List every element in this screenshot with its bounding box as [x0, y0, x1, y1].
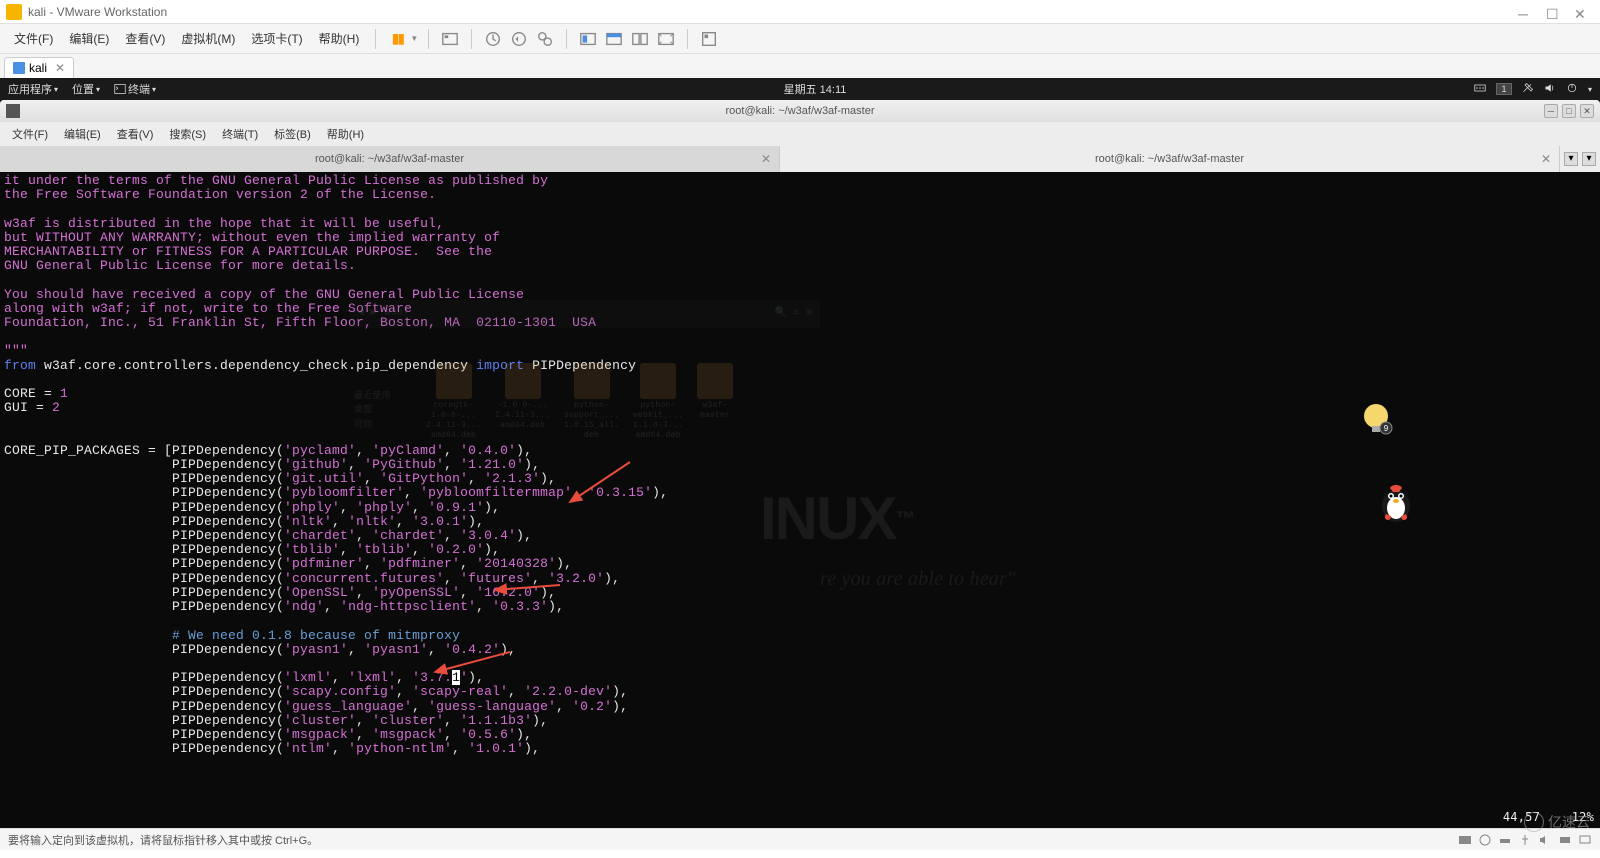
- page-watermark: 亿速云: [1524, 812, 1590, 832]
- terminal-tab-extras: ▾ ▾: [1560, 152, 1600, 166]
- terminal-new-tab-icon[interactable]: ▾: [1564, 152, 1578, 166]
- license-comment: it under the terms of the GNU General Pu…: [4, 173, 596, 358]
- status-hdd-icon[interactable]: [1458, 833, 1472, 847]
- power-icon[interactable]: [1566, 82, 1578, 97]
- kali-panel-places[interactable]: 位置▾: [72, 81, 100, 97]
- terminal-tab-2-label: root@kali: ~/w3af/w3af-master: [1095, 153, 1244, 165]
- send-ctrl-alt-del-button[interactable]: [439, 28, 461, 50]
- vmware-tab-kali[interactable]: kali ✕: [4, 57, 74, 78]
- vmware-tab-label: kali: [29, 61, 47, 75]
- term-menu-edit[interactable]: 编辑(E): [58, 124, 107, 144]
- terminal-tab-list-icon[interactable]: ▾: [1582, 152, 1596, 166]
- pause-dropdown-icon[interactable]: ▼: [410, 34, 418, 43]
- volume-icon[interactable]: [1544, 82, 1556, 97]
- watermark-text: 亿速云: [1548, 812, 1590, 832]
- tab-close-icon[interactable]: ✕: [55, 61, 65, 75]
- settings-icon[interactable]: [1522, 82, 1534, 97]
- vmware-menu-file[interactable]: 文件(F): [8, 26, 59, 51]
- vmware-menu-edit[interactable]: 编辑(E): [63, 26, 115, 51]
- status-printer-icon[interactable]: [1558, 833, 1572, 847]
- vmware-menu-help[interactable]: 帮助(H): [313, 26, 366, 51]
- vmware-menu-tabs[interactable]: 选项卡(T): [245, 26, 308, 51]
- terminal-title-text: root@kali: ~/w3af/w3af-master: [725, 105, 874, 117]
- term-menu-terminal[interactable]: 终端(T): [216, 124, 264, 144]
- status-message-icon[interactable]: [1578, 833, 1592, 847]
- vmware-app-icon: [6, 4, 22, 20]
- vmware-menu-vm[interactable]: 虚拟机(M): [175, 26, 241, 51]
- watermark-cloud-icon: [1524, 812, 1544, 832]
- desktop-bg-text: INUX™: [760, 512, 913, 526]
- kali-top-panel: 应用程序▾ 位置▾ 终端▾ 星期五 14:11 1 ▾: [0, 78, 1600, 100]
- window-minimize-icon[interactable]: ─: [1518, 6, 1530, 18]
- terminal-tab-2[interactable]: root@kali: ~/w3af/w3af-master ✕: [780, 146, 1560, 172]
- vmware-menu-bar: 文件(F) 编辑(E) 查看(V) 虚拟机(M) 选项卡(T) 帮助(H) ▮▮…: [0, 24, 1600, 54]
- toolbar-separator: [375, 29, 376, 49]
- terminal-tab-bar: root@kali: ~/w3af/w3af-master ✕ root@kal…: [0, 146, 1600, 172]
- guest-desktop[interactable]: 应用程序▾ 位置▾ 终端▾ 星期五 14:11 1 ▾ root@kali: ~…: [0, 78, 1600, 828]
- term-menu-search[interactable]: 搜索(S): [163, 124, 212, 144]
- term-menu-help[interactable]: 帮助(H): [321, 124, 370, 144]
- vmware-title-bar: kali - VMware Workstation ─ ☐ ✕: [0, 0, 1600, 24]
- kali-panel-applications[interactable]: 应用程序▾: [8, 81, 58, 97]
- library-button[interactable]: [698, 28, 720, 50]
- keyboard-indicator-icon[interactable]: [1474, 82, 1486, 97]
- revert-snapshot-button[interactable]: [508, 28, 530, 50]
- console-view-button[interactable]: [603, 28, 625, 50]
- terminal-app-icon: [6, 104, 20, 118]
- terminal-tab-1-close-icon[interactable]: ✕: [761, 152, 771, 166]
- workspace-indicator[interactable]: 1: [1496, 83, 1512, 95]
- term-menu-tabs[interactable]: 标签(B): [268, 124, 317, 144]
- status-net-icon[interactable]: [1498, 833, 1512, 847]
- terminal-body[interactable]: it under the terms of the GNU General Pu…: [0, 172, 1600, 828]
- desktop-qq-icon[interactable]: [1372, 478, 1420, 526]
- window-close-icon[interactable]: ✕: [1574, 6, 1586, 18]
- status-sound-icon[interactable]: [1538, 833, 1552, 847]
- status-cd-icon[interactable]: [1478, 833, 1492, 847]
- tab-vm-icon: [13, 62, 25, 74]
- terminal-tab-1[interactable]: root@kali: ~/w3af/w3af-master ✕: [0, 146, 780, 172]
- pause-button[interactable]: ▮▮: [386, 28, 408, 50]
- panel-dropdown-icon[interactable]: ▾: [1588, 85, 1592, 94]
- kali-panel-terminal[interactable]: 终端▾: [114, 81, 156, 97]
- term-menu-file[interactable]: 文件(F): [6, 124, 54, 144]
- terminal-minimize-button[interactable]: ─: [1544, 104, 1558, 118]
- unity-button[interactable]: [629, 28, 651, 50]
- terminal-tab-1-label: root@kali: ~/w3af/w3af-master: [315, 153, 464, 165]
- desktop-bg-subtitle: re you are able to hear": [820, 572, 1016, 586]
- terminal-maximize-button[interactable]: □: [1562, 104, 1576, 118]
- svg-text:9: 9: [1384, 424, 1389, 433]
- terminal-title-bar[interactable]: root@kali: ~/w3af/w3af-master ─ □ ✕: [0, 100, 1600, 122]
- snapshot-button[interactable]: [482, 28, 504, 50]
- window-maximize-icon[interactable]: ☐: [1546, 6, 1558, 18]
- fit-guest-button[interactable]: [577, 28, 599, 50]
- fullscreen-button[interactable]: [655, 28, 677, 50]
- terminal-tab-2-close-icon[interactable]: ✕: [1541, 152, 1551, 166]
- term-menu-view[interactable]: 查看(V): [111, 124, 160, 144]
- vmware-menu-view[interactable]: 查看(V): [119, 26, 171, 51]
- manage-snapshot-button[interactable]: [534, 28, 556, 50]
- terminal-close-button[interactable]: ✕: [1580, 104, 1594, 118]
- status-usb-icon[interactable]: [1518, 833, 1532, 847]
- terminal-window: root@kali: ~/w3af/w3af-master ─ □ ✕ 文件(F…: [0, 100, 1600, 828]
- vmware-status-bar: 要将输入定向到该虚拟机，请将鼠标指针移入其中或按 Ctrl+G。: [0, 828, 1600, 850]
- vmware-tab-bar: kali ✕: [0, 54, 1600, 78]
- vmware-title-text: kali - VMware Workstation: [28, 5, 1518, 19]
- desktop-notification-icon[interactable]: 9: [1352, 398, 1400, 446]
- kali-panel-clock[interactable]: 星期五 14:11: [156, 81, 1474, 97]
- vmware-status-text: 要将输入定向到该虚拟机，请将鼠标指针移入其中或按 Ctrl+G。: [8, 832, 318, 848]
- terminal-menu-bar: 文件(F) 编辑(E) 查看(V) 搜索(S) 终端(T) 标签(B) 帮助(H…: [0, 122, 1600, 146]
